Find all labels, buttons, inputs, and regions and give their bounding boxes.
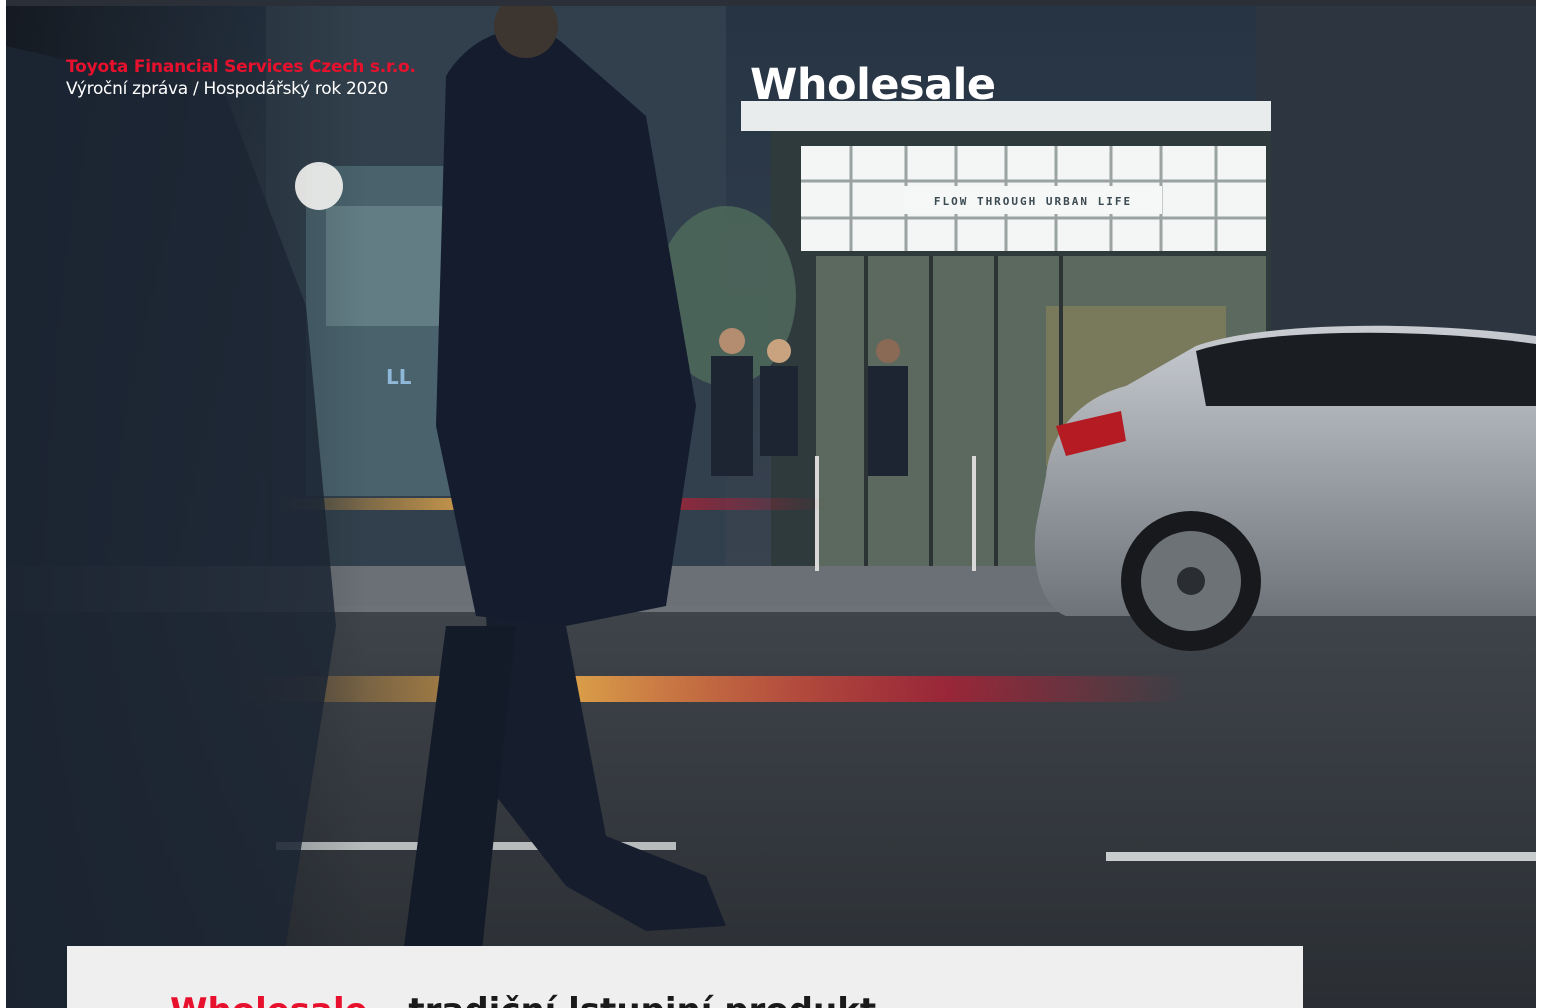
content-panel: Wholesale – tradiční lstupiní produkt bbox=[67, 946, 1303, 1008]
report-subtitle: Výroční zpráva / Hospodářský rok 2020 bbox=[66, 79, 389, 99]
storefront-sign: FLOW THROUGH URBAN LIFE bbox=[934, 195, 1132, 208]
annual-report-page: LL FLOW THROUGH URBAN LIFE Toyota Financ… bbox=[0, 0, 1542, 1008]
section-title: Wholesale bbox=[750, 60, 996, 110]
company-name: Toyota Financial Services Czech s.r.o. bbox=[66, 57, 416, 77]
night-street-illustration: LL FLOW THROUGH URBAN LIFE bbox=[6, 6, 1536, 1008]
hero-photo: LL FLOW THROUGH URBAN LIFE bbox=[6, 6, 1536, 1008]
headline-rest: – tradiční lstupiní produkt bbox=[368, 991, 877, 1008]
shop-sign: LL bbox=[386, 365, 412, 389]
headline-accent: Wholesale bbox=[170, 991, 368, 1008]
content-headline: Wholesale – tradiční lstupiní produkt bbox=[170, 991, 876, 1008]
